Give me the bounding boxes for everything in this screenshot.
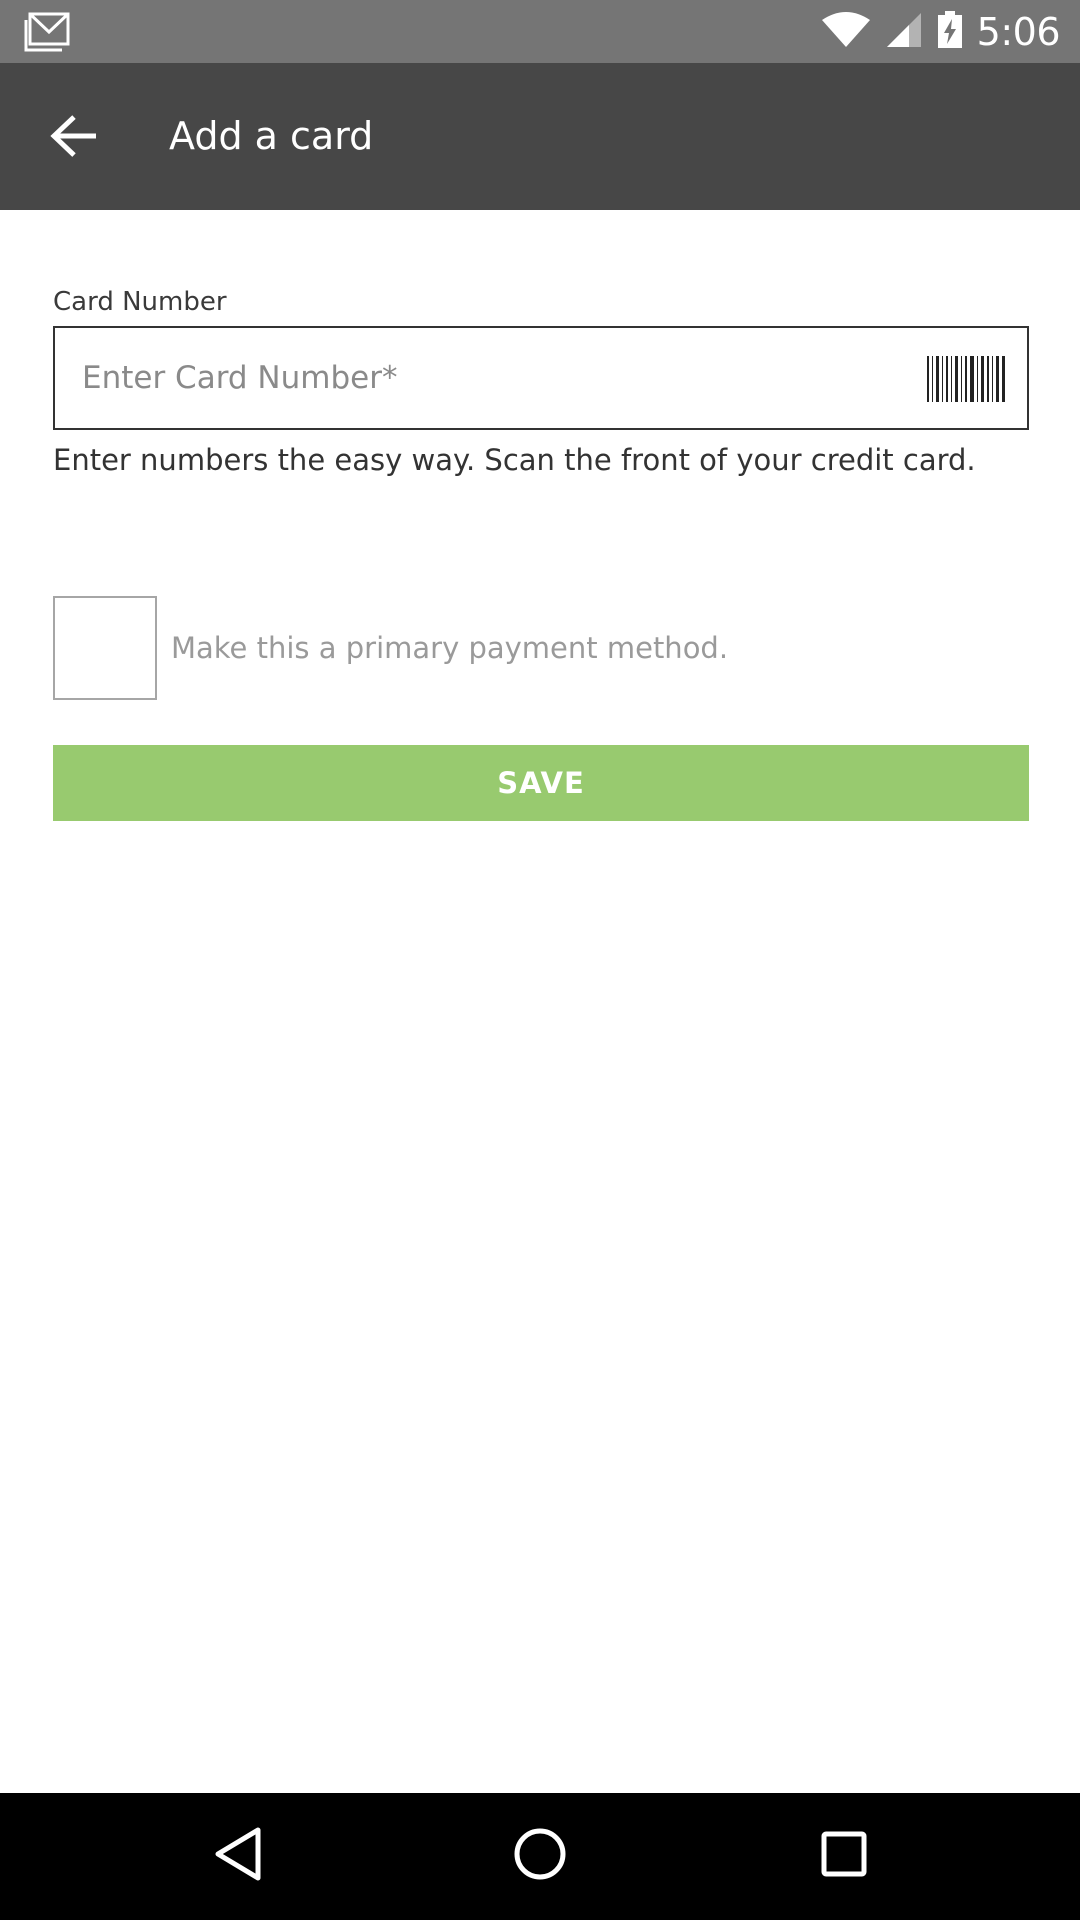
nav-recents-button[interactable] — [809, 1821, 879, 1891]
battery-charging-icon — [937, 10, 963, 53]
nav-home-button[interactable] — [505, 1821, 575, 1891]
app-bar: Add a card — [0, 63, 1080, 210]
save-button[interactable]: SAVE — [53, 745, 1029, 821]
scan-card-button[interactable] — [927, 356, 1005, 402]
primary-payment-row[interactable]: Make this a primary payment method. — [53, 596, 1029, 700]
scan-helper-text: Enter numbers the easy way. Scan the fro… — [53, 443, 976, 477]
navigation-bar — [0, 1793, 1080, 1920]
primary-payment-checkbox[interactable] — [53, 596, 157, 700]
nav-back-button[interactable] — [202, 1821, 272, 1891]
page-title: Add a card — [169, 114, 374, 158]
primary-payment-label: Make this a primary payment method. — [171, 631, 729, 665]
back-triangle-icon — [212, 1826, 262, 1886]
barcode-icon — [927, 356, 1005, 406]
recents-square-icon — [820, 1830, 868, 1882]
status-bar: 5:06 — [0, 0, 1080, 63]
gmail-icon — [24, 12, 70, 52]
card-number-input[interactable] — [55, 328, 915, 428]
status-time: 5:06 — [976, 9, 1061, 54]
card-number-label: Card Number — [53, 287, 227, 317]
back-button[interactable] — [34, 103, 114, 173]
wifi-icon — [821, 11, 871, 52]
home-circle-icon — [513, 1827, 567, 1885]
add-card-screen: 5:06 Add a card Card Number Enter Card N… — [0, 0, 1080, 1920]
signal-icon — [885, 12, 923, 52]
arrow-back-icon — [50, 115, 98, 161]
status-icons: 5:06 — [821, 0, 1061, 63]
card-number-field — [53, 326, 1029, 430]
